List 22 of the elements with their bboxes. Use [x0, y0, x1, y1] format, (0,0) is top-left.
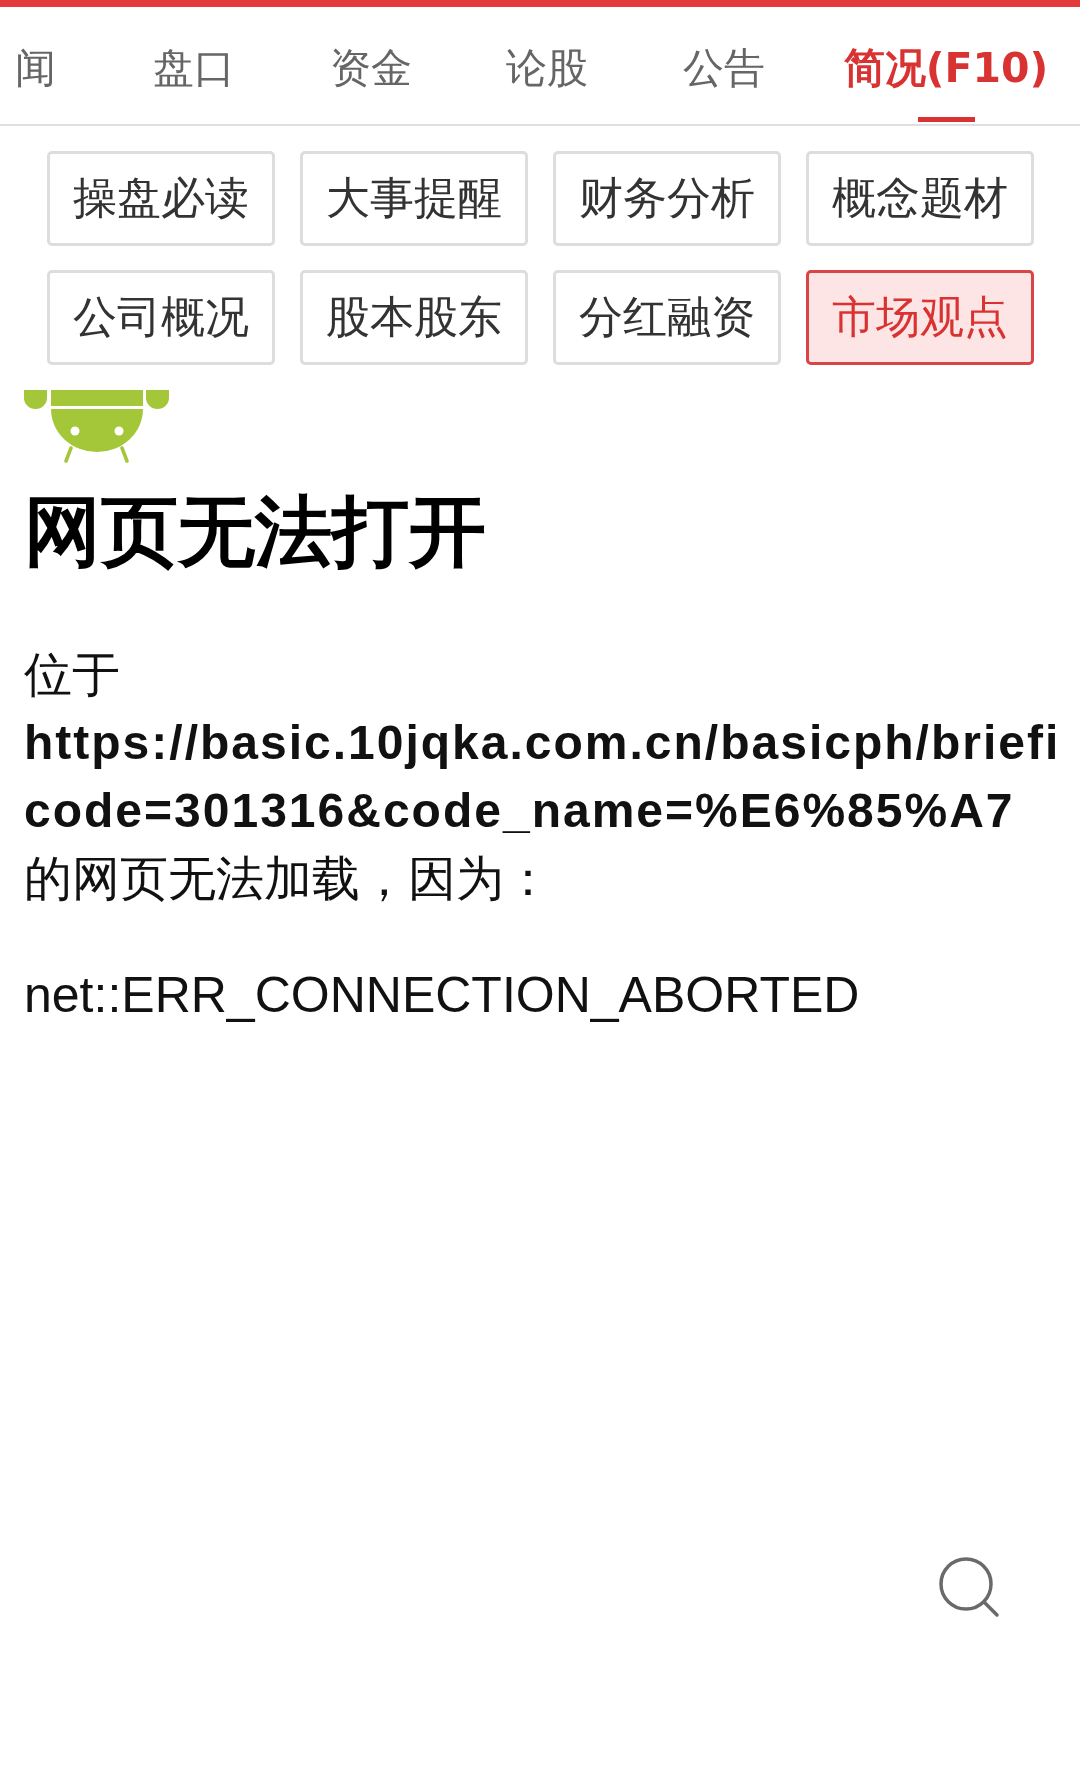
tab[interactable]: 闻	[0, 7, 106, 124]
page-title: 网页无法打开	[24, 487, 486, 577]
tab[interactable]: 盘口	[106, 7, 283, 124]
url-text: https://basic.10jqka.com.cn/basicph/briefi	[24, 715, 1061, 771]
sub-tab[interactable]: 大事提醒	[300, 151, 528, 246]
error-code: net::ERR_CONNECTION_ABORTED	[24, 966, 860, 1025]
sub-tab[interactable]: 市场观点	[806, 270, 1034, 365]
sub-tab[interactable]: 公司概况	[47, 270, 275, 365]
sub-tab[interactable]: 分红融资	[553, 270, 781, 365]
tab[interactable]: 资金	[282, 7, 459, 124]
reason-text: 的网页无法加载，因为：	[24, 851, 552, 907]
tab[interactable]: 简况(F10)	[812, 7, 1080, 124]
url-text: code=301316&code_name=%E6%85%A7	[24, 783, 1015, 839]
robot-icon	[24, 390, 169, 463]
tab[interactable]: 论股	[459, 7, 636, 124]
sub-tab[interactable]: 财务分析	[553, 151, 781, 246]
sub-tab[interactable]: 操盘必读	[47, 151, 275, 246]
sub-tab[interactable]: 股本股东	[300, 270, 528, 365]
tab[interactable]: 公告	[635, 7, 812, 124]
sub-tab[interactable]: 概念题材	[806, 151, 1034, 246]
search-icon[interactable]	[938, 1556, 1000, 1618]
location-label: 位于	[24, 647, 120, 703]
